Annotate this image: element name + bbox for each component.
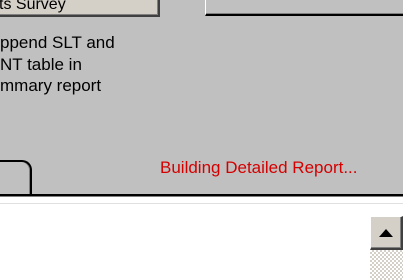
- triangle-up-icon: [379, 228, 393, 237]
- status-message: Building Detailed Report...: [160, 158, 358, 177]
- divider-light: [0, 203, 403, 204]
- divider-shadow: [0, 196, 403, 197]
- survey-button-label: ts Survey: [0, 0, 66, 13]
- report-button[interactable]: [205, 0, 403, 16]
- survey-button[interactable]: ts Survey: [0, 0, 160, 17]
- tab-corner[interactable]: [0, 160, 32, 194]
- append-table-option-label[interactable]: ppend SLT and NT table in mmary report: [0, 32, 160, 97]
- scroll-up-button[interactable]: [370, 216, 403, 250]
- dialog-panel: ts Survey ppend SLT and NT table in mmar…: [0, 0, 403, 194]
